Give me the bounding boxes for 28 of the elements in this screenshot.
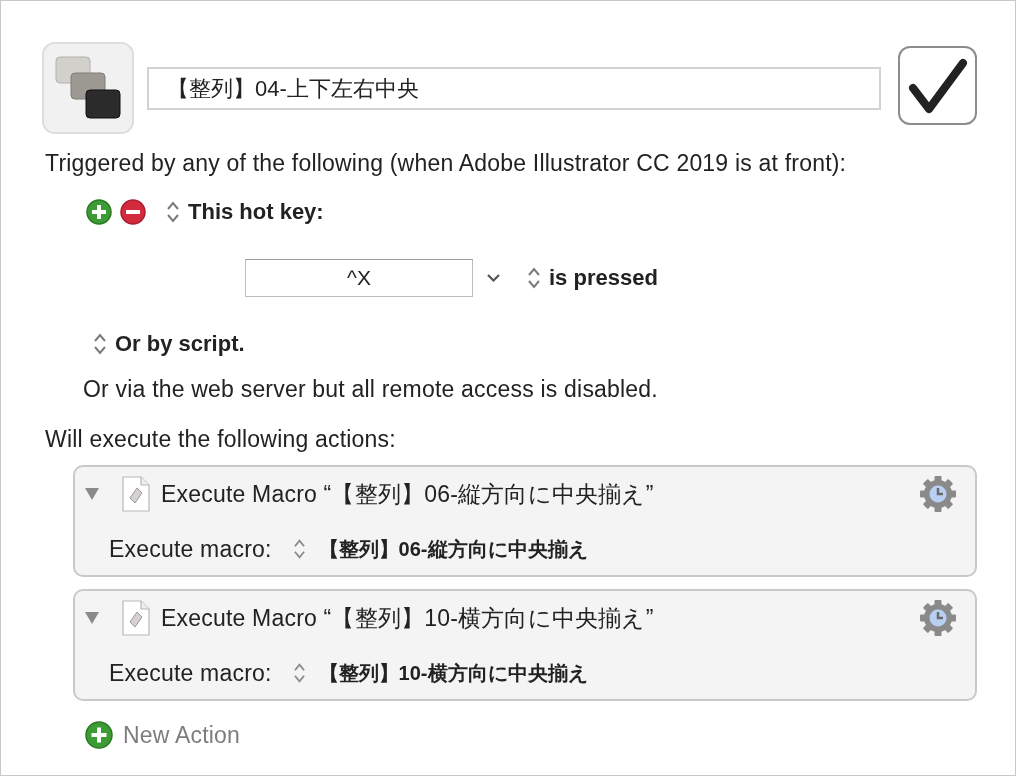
new-action-button[interactable]: New Action xyxy=(85,721,241,749)
gear-icon[interactable] xyxy=(919,599,957,637)
trigger-description: Triggered by any of the following (when Adobe Illustrator CC 2019 is at front): xyxy=(45,149,848,177)
script-trigger-popup[interactable]: Or by script. xyxy=(93,331,245,357)
action-title: Execute Macro “【整列】10-横方向に中央揃え” xyxy=(161,604,654,632)
actions-description: Will execute the following actions: xyxy=(45,425,397,453)
gear-icon[interactable] xyxy=(919,475,957,513)
document-icon xyxy=(122,476,150,512)
macro-popup[interactable]: 【整列】10-横方向に中央揃え xyxy=(292,660,588,686)
disclosure-triangle-icon[interactable] xyxy=(85,488,99,500)
add-icon xyxy=(85,721,113,749)
parameter-label: Execute macro: xyxy=(109,659,272,687)
trigger-type-popup[interactable]: This hot key: xyxy=(166,199,324,225)
action-title: Execute Macro “【整列】06-縦方向に中央揃え” xyxy=(161,480,654,508)
document-icon xyxy=(122,600,150,636)
condition-popup[interactable]: is pressed xyxy=(527,265,658,291)
caret-down-icon[interactable] xyxy=(487,274,500,282)
checkmark-icon xyxy=(907,57,968,114)
disclosure-triangle-icon[interactable] xyxy=(85,612,99,624)
web-server-note: Or via the web server but all remote access is disabled. xyxy=(83,375,659,403)
hotkey-field[interactable]: ^X xyxy=(245,259,473,297)
stacked-windows-icon[interactable] xyxy=(42,42,134,134)
macro-name-field[interactable]: 【整列】04-上下左右中央 xyxy=(147,66,881,110)
parameter-label: Execute macro: xyxy=(109,535,272,563)
remove-icon[interactable] xyxy=(120,199,146,225)
enable-checkbox[interactable] xyxy=(898,46,977,125)
add-icon[interactable] xyxy=(86,199,112,225)
macro-popup[interactable]: 【整列】06-縦方向に中央揃え xyxy=(292,536,588,562)
